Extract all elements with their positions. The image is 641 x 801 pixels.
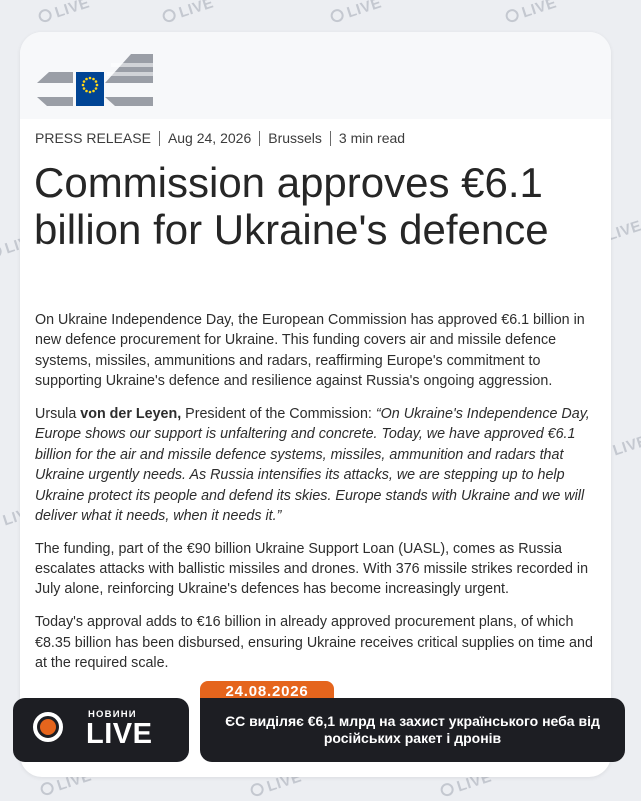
live-dot-icon bbox=[40, 719, 56, 735]
speaker-last-name: von der Leyen, bbox=[80, 405, 182, 422]
read-time: 3 min read bbox=[338, 130, 406, 146]
paragraph-1: On Ukraine Independence Day, the Europea… bbox=[35, 312, 585, 390]
speaker-first-name: Ursula bbox=[35, 405, 81, 422]
press-release-meta: PRESS RELEASE Aug 24, 2026 Brussels 3 mi… bbox=[35, 130, 405, 146]
speaker-role: President of the Commission: bbox=[181, 405, 376, 422]
watermark-live: LIVE bbox=[329, 0, 384, 27]
news-headline-panel: ЄС виділяє €6,1 млрд на захист українськ… bbox=[200, 698, 625, 762]
meta-divider bbox=[158, 130, 160, 146]
meta-divider bbox=[329, 130, 331, 146]
paragraph-3: The funding, part of the €90 billion Ukr… bbox=[35, 540, 589, 598]
watermark-live: LIVE bbox=[504, 0, 559, 27]
press-release-body: On Ukraine Independence Day, the Europea… bbox=[35, 310, 601, 686]
press-release-title: Commission approves €6.1 billion for Ukr… bbox=[34, 159, 549, 253]
news-headline: ЄС виділяє €6,1 млрд на захист українськ… bbox=[225, 713, 600, 746]
paragraph-4: Today's approval adds to €16 billion in … bbox=[35, 614, 593, 671]
location-label: Brussels bbox=[268, 130, 322, 146]
meta-divider bbox=[259, 130, 261, 146]
watermark-live: LIVE bbox=[161, 0, 216, 27]
watermark-live: LIVE bbox=[37, 0, 92, 27]
novyny-live-logo: НОВИНИ LIVE bbox=[13, 698, 189, 762]
category-label: PRESS RELEASE bbox=[35, 130, 151, 146]
paragraph-2: Ursula von der Leyen, President of the C… bbox=[35, 404, 601, 526]
press-release-card: PRESS RELEASE Aug 24, 2026 Brussels 3 mi… bbox=[20, 32, 611, 777]
european-commission-logo-icon bbox=[37, 54, 153, 106]
publish-date: Aug 24, 2026 bbox=[167, 130, 252, 146]
logo-big-text: LIVE bbox=[86, 718, 153, 750]
speaker-quote: “On Ukraine's Independence Day, Europe s… bbox=[35, 405, 590, 524]
press-release-header bbox=[20, 32, 611, 119]
